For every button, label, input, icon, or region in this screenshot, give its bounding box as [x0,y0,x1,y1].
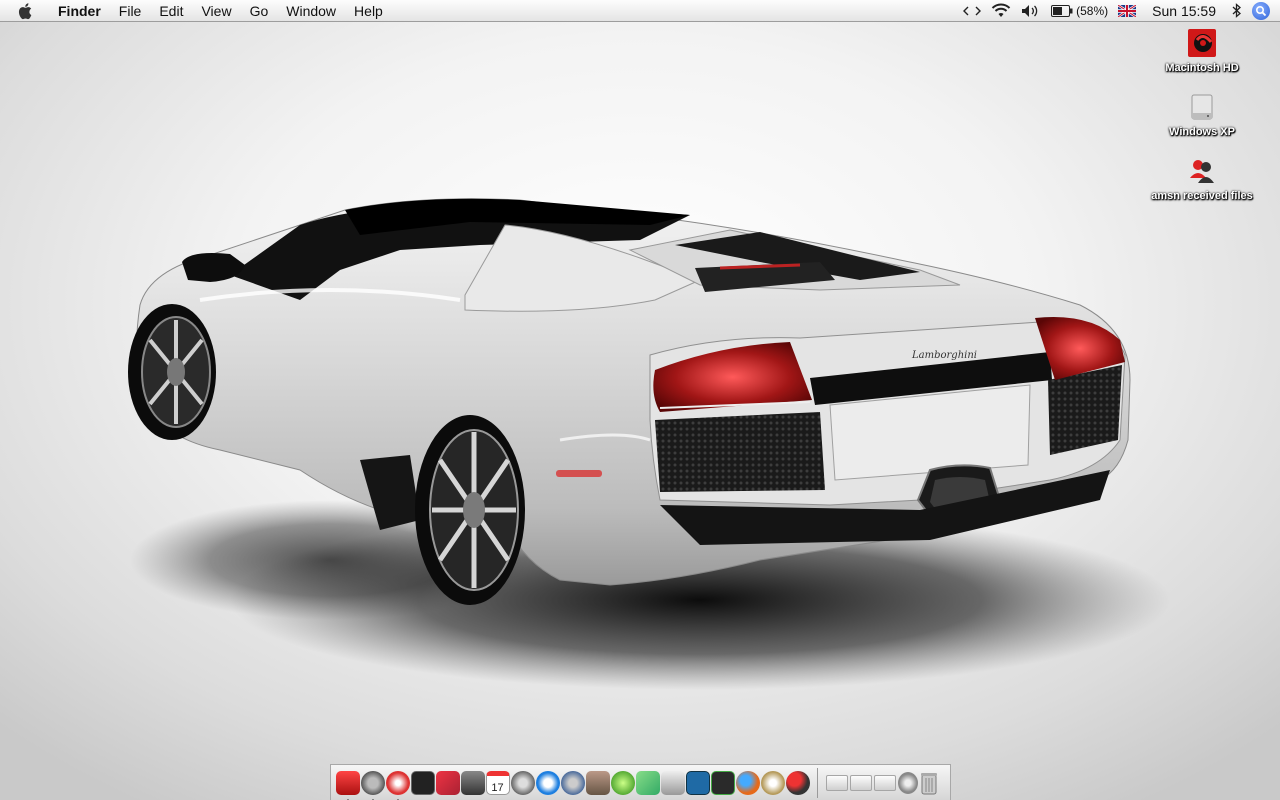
dock-finder-icon[interactable] [335,770,360,800]
dock-quicktime-icon[interactable] [535,770,560,795]
dock-adium-icon[interactable] [760,770,785,795]
menu-window[interactable]: Window [277,0,345,22]
dock-amsn-icon[interactable] [785,770,810,795]
menu-view[interactable]: View [192,0,240,22]
dock-scanner-icon[interactable] [710,770,735,795]
rear-wheel [415,415,525,605]
dock-safari-icon[interactable] [385,770,410,800]
desktop-icon-label: Macintosh HD [1165,62,1239,74]
desktop-icon-amsn-received-files[interactable]: amsn received files [1142,156,1262,202]
battery-status[interactable]: (58%) [1051,4,1108,18]
desktop-icon-label: amsn received files [1151,190,1253,202]
hard-drive-icon [1187,28,1217,58]
dock-itunes-icon[interactable] [560,770,585,795]
dock-downloads-stack-icon[interactable] [850,774,872,791]
menu-go[interactable]: Go [241,0,278,22]
dock-textedit-icon[interactable] [460,770,485,795]
menu-left: Finder File Edit View Go Window Help [0,0,392,21]
disk-icon [1187,92,1217,122]
car-badge: Lamborghini [911,350,977,361]
dock-dashboard-icon[interactable] [685,770,710,795]
dock-iphoto-icon[interactable] [585,770,610,795]
amsn-folder-icon [1187,156,1217,186]
bluetooth-icon[interactable] [1232,3,1242,18]
dock-utility-icon[interactable] [897,771,918,794]
dock-terminal-icon[interactable] [410,770,435,795]
menu-help[interactable]: Help [345,0,392,22]
menu-extras: (58%) Sun 15:59 [963,0,1280,21]
menu-clock[interactable]: Sun 15:59 [1152,3,1216,19]
calendar-date: 17 [491,781,504,794]
spotlight-search-icon[interactable] [1252,1,1270,20]
apple-menu-icon[interactable] [18,2,36,20]
dock-sync-icon[interactable] [510,770,535,795]
menu-app-finder[interactable]: Finder [50,0,110,22]
desktop-wallpaper: Lamborghini [128,198,1170,690]
battery-percentage: (58%) [1076,3,1109,18]
input-source-flag-icon[interactable] [1118,4,1137,17]
dock: 17 [330,764,951,800]
volume-icon[interactable] [1021,4,1041,18]
menu-edit[interactable]: Edit [150,0,192,22]
wifi-icon[interactable] [991,3,1011,18]
menu-file[interactable]: File [110,0,151,22]
menu-bar: Finder File Edit View Go Window Help (58… [0,0,1280,22]
battery-icon [1051,4,1073,17]
network-arrows-icon[interactable] [963,5,982,17]
dock-script-editor-icon[interactable] [660,770,685,795]
desktop-icon-label: Windows XP [1169,126,1235,138]
dock-firefox-icon[interactable] [735,770,760,795]
dock-system-preferences-icon[interactable] [360,770,385,800]
dock-applications-stack-icon[interactable] [874,774,896,791]
dock-lime-icon[interactable] [610,770,635,795]
desktop-icon-windows-xp[interactable]: Windows XP [1142,92,1262,138]
dock-maps-icon[interactable] [635,770,660,795]
dock-separator [817,767,818,798]
desktop-icon-macintosh-hd[interactable]: Macintosh HD [1142,28,1262,74]
dock-calendar-icon[interactable]: 17 [485,770,510,795]
dock-photo-booth-icon[interactable] [435,770,460,795]
dock-trash-icon[interactable] [919,771,939,795]
front-wheel [128,304,216,440]
dock-documents-stack-icon[interactable] [826,774,848,791]
